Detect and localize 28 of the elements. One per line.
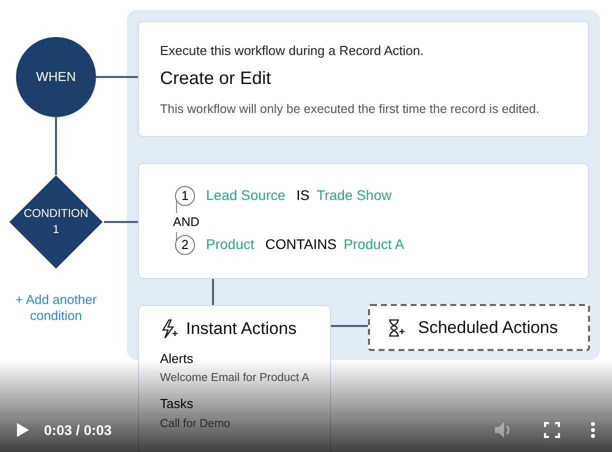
when-node: WHEN: [16, 37, 96, 117]
action-item: Welcome Email for Product A: [160, 371, 309, 386]
operator-label: IS: [296, 186, 310, 205]
action-item: Call for Demo: [160, 416, 232, 432]
field-name: Product: [206, 235, 254, 254]
and-label: AND: [173, 213, 200, 232]
playback-time: 0:03 / 0:03: [44, 420, 112, 440]
trigger-note: This workflow will only be executed the first time the record is edited.: [160, 100, 540, 118]
step-number: 1: [175, 186, 195, 206]
lightning-plus-icon: [160, 318, 180, 339]
operator-label: CONTAINS: [265, 235, 337, 254]
fullscreen-icon[interactable]: [544, 422, 560, 438]
add-condition-link[interactable]: + Add another condition: [6, 292, 106, 324]
action-heading: Alerts: [160, 350, 194, 368]
more-options-icon[interactable]: [590, 421, 596, 439]
step-number: 2: [175, 234, 195, 254]
trigger-intro: Execute this workflow during a Record Action.: [160, 42, 425, 60]
instant-actions-title: Instant Actions: [186, 318, 297, 340]
hourglass-plus-icon: [386, 318, 406, 338]
condition-node: CONDITION 1: [9, 175, 103, 269]
trigger-title: Create or Edit: [160, 66, 272, 90]
scheduled-actions-title: Scheduled Actions: [418, 316, 558, 339]
action-heading: Tasks: [160, 395, 194, 414]
scheduled-actions-box[interactable]: Scheduled Actions: [368, 304, 590, 351]
play-icon[interactable]: [16, 422, 30, 438]
field-value: Product A: [344, 235, 404, 254]
field-value: Trade Show: [316, 186, 392, 205]
field-name: Lead Source: [206, 186, 286, 205]
